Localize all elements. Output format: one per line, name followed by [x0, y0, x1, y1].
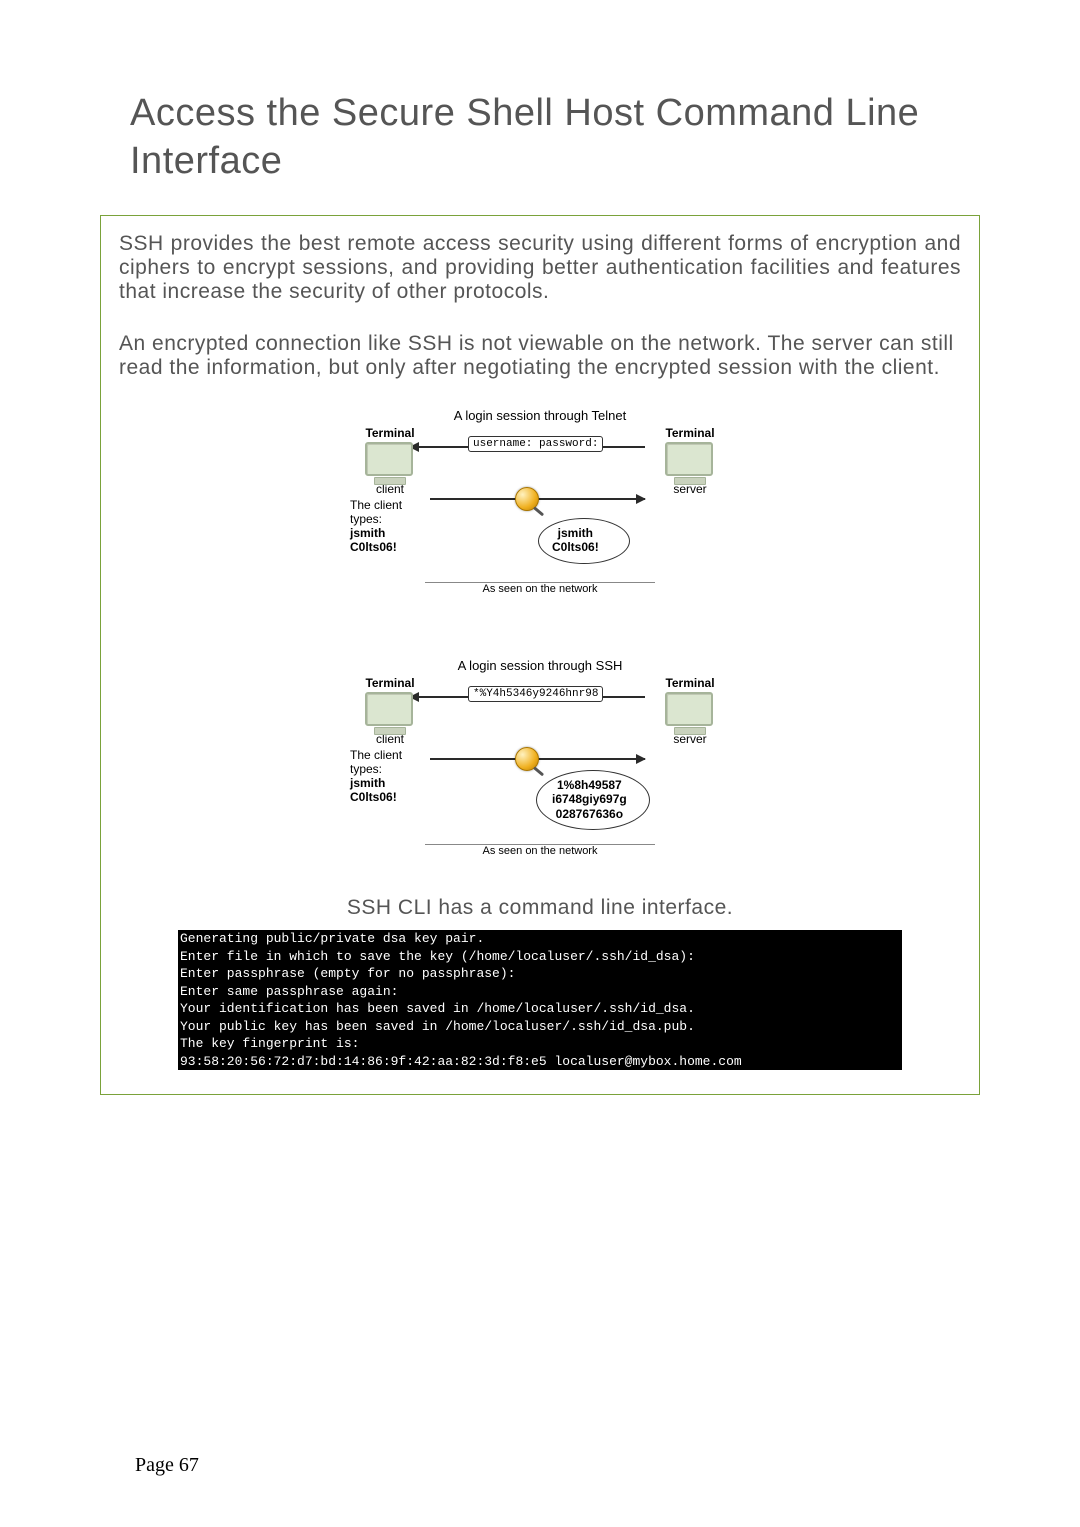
- magnifier-icon: [515, 487, 539, 511]
- content-box: SSH provides the best remote access secu…: [100, 215, 980, 1095]
- monitor-icon: [365, 442, 415, 480]
- types-label: The client types:: [350, 748, 402, 776]
- client-types: The client types: jsmith C0lts06!: [350, 498, 430, 554]
- client-types: The client types: jsmith C0lts06!: [350, 748, 430, 804]
- client-term-label: Terminal: [365, 426, 414, 440]
- terminal-line: Generating public/private dsa key pair.: [180, 931, 484, 946]
- seen-label: As seen on the network: [425, 582, 655, 595]
- terminal-output: Generating public/private dsa key pair. …: [178, 930, 902, 1070]
- terminal-line: Your identification has been saved in /h…: [180, 1001, 695, 1016]
- crypt-line-2: i6748giy697g: [552, 792, 627, 806]
- monitor-icon: [665, 692, 715, 730]
- typed-pass: C0lts06!: [350, 790, 397, 804]
- exposed-credentials: jsmith C0lts06!: [552, 526, 599, 554]
- client-terminal: Terminal client The client types: jsmith…: [350, 426, 430, 554]
- page-number: Page 67: [135, 1454, 199, 1477]
- magnifier-icon: [515, 747, 539, 771]
- monitor-icon: [665, 442, 715, 480]
- crypt-line-3: 028767636o: [556, 807, 623, 821]
- terminal-line: Your public key has been saved in /home/…: [180, 1019, 695, 1034]
- exposed-user: jsmith: [558, 526, 593, 540]
- server-terminal: Terminal server: [650, 676, 730, 746]
- paragraph-1: SSH provides the best remote access secu…: [119, 232, 961, 304]
- exposed-pass: C0lts06!: [552, 540, 599, 554]
- monitor-icon: [365, 692, 415, 730]
- terminal-line: Enter file in which to save the key (/ho…: [180, 949, 695, 964]
- page-title: Access the Secure Shell Host Command Lin…: [100, 90, 980, 185]
- diagram-telnet: A login session through Telnet username:…: [320, 408, 760, 628]
- seen-label: As seen on the network: [425, 844, 655, 857]
- typed-user: jsmith: [350, 776, 385, 790]
- server-term-label: Terminal: [665, 676, 714, 690]
- terminal-line: Enter same passphrase again:: [180, 984, 398, 999]
- terminal-line: 93:58:20:56:72:d7:bd:14:86:9f:42:aa:82:3…: [180, 1054, 742, 1069]
- crypt-line-1: 1%8h49587: [557, 778, 622, 792]
- encrypted-view: 1%8h49587 i6748giy697g 028767636o: [552, 778, 627, 821]
- terminal-line: Enter passphrase (empty for no passphras…: [180, 966, 515, 981]
- client-term-label: Terminal: [365, 676, 414, 690]
- typed-pass: C0lts06!: [350, 540, 397, 554]
- paragraph-2: An encrypted connection like SSH is not …: [119, 332, 961, 380]
- cli-caption: SSH CLI has a command line interface.: [119, 896, 961, 920]
- diagram-ssh: A login session through SSH *%Y4h5346y92…: [320, 658, 760, 888]
- diagram2-title: A login session through SSH: [320, 658, 760, 673]
- page: Access the Secure Shell Host Command Lin…: [0, 0, 1080, 1527]
- types-label: The client types:: [350, 498, 402, 526]
- typed-user: jsmith: [350, 526, 385, 540]
- client-terminal: Terminal client The client types: jsmith…: [350, 676, 430, 804]
- server-term-label: Terminal: [665, 426, 714, 440]
- terminal-line: The key fingerprint is:: [180, 1036, 359, 1051]
- server-terminal: Terminal server: [650, 426, 730, 496]
- diagram1-title: A login session through Telnet: [320, 408, 760, 423]
